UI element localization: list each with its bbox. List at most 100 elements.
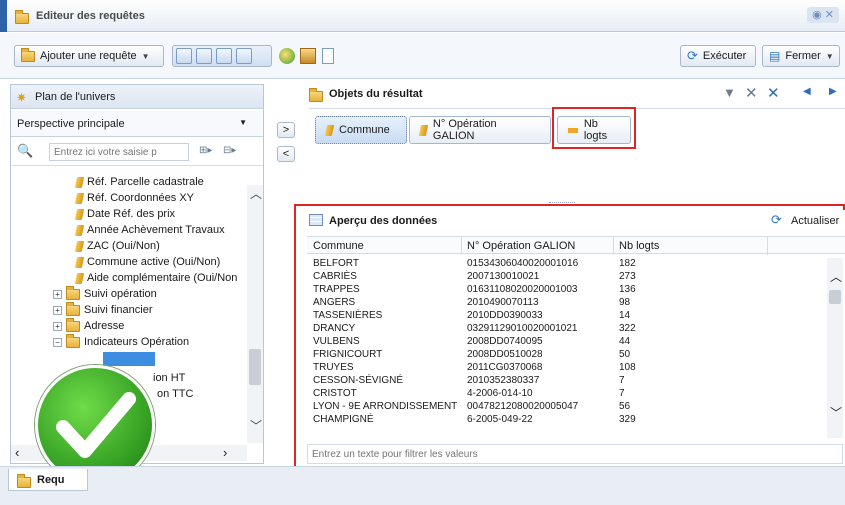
grid-icon xyxy=(309,214,323,226)
dimension-icon xyxy=(74,240,85,252)
add-query-button[interactable]: Ajouter une requête ▼ xyxy=(14,45,164,67)
add-query-label: Ajouter une requête xyxy=(40,50,137,62)
scroll-up-icon[interactable]: ︿ xyxy=(830,268,842,285)
move-left-button[interactable]: < xyxy=(277,146,295,162)
run-button[interactable]: ⟳ Exécuter xyxy=(680,45,756,67)
scroll-thumb[interactable] xyxy=(829,290,841,304)
close-button[interactable]: ▤ Fermer ▼ xyxy=(762,45,840,67)
chevron-down-icon: ▼ xyxy=(825,51,834,61)
scroll-down-icon[interactable]: ﹀ xyxy=(830,404,842,421)
tree-folder-suivi-financier[interactable]: + Suivi financier xyxy=(53,301,152,318)
chevron-down-icon: ▼ xyxy=(239,118,247,127)
arrow-right-icon[interactable]: ▶ xyxy=(829,86,837,97)
folder-icon xyxy=(66,317,80,332)
search-tool-icon[interactable]: 🔍 xyxy=(17,143,33,159)
selected-tree-item[interactable] xyxy=(103,352,155,366)
app-accent-bar xyxy=(0,0,7,32)
refresh-icon[interactable]: ⟳ xyxy=(771,212,782,228)
tree-folder-suivi-operation[interactable]: + Suivi opération xyxy=(53,285,157,302)
tree-item-zac[interactable]: ZAC (Oui/Non) xyxy=(74,238,160,254)
tree-item-aide[interactable]: Aide complémentaire (Oui/Non xyxy=(74,270,237,286)
refresh-button[interactable]: Actualiser xyxy=(791,215,839,227)
folder-icon xyxy=(66,301,80,316)
tree-folder-indicateurs[interactable]: − Indicateurs Opération xyxy=(53,333,189,350)
dimension-icon xyxy=(74,272,85,284)
sql-icon[interactable] xyxy=(300,48,316,64)
dimension-icon xyxy=(74,256,85,268)
preview-title: Aperçu des données xyxy=(329,215,438,227)
close-label: Fermer xyxy=(785,50,821,62)
search-input[interactable] xyxy=(49,143,189,161)
tree-item-annee-travaux[interactable]: Année Achèvement Travaux xyxy=(74,222,225,238)
close-doc-icon: ▤ xyxy=(769,49,781,63)
document-icon[interactable] xyxy=(322,48,334,64)
collapse-all-icon[interactable]: ⊟▸ xyxy=(223,145,236,156)
expand-icon[interactable]: + xyxy=(53,321,62,331)
dimension-icon xyxy=(74,208,85,220)
arrow-left-icon[interactable]: ◀ xyxy=(803,86,811,97)
view-data-icon[interactable] xyxy=(216,48,232,64)
perspective-value: Perspective principale xyxy=(17,118,125,130)
scroll-up-icon[interactable]: ︿ xyxy=(250,185,262,202)
universe-icon: ✷ xyxy=(16,90,27,105)
result-chip-operation[interactable]: N° Opération GALION xyxy=(409,116,551,144)
grid-body: BELFORT 01534306040020001016 182 CABRIÈS 20… xyxy=(313,258,636,425)
result-objects-panel: Objets du résultat ▼ ✕ ✕ ◀ ▶ Commune N° … xyxy=(309,84,845,204)
move-right-button[interactable]: > xyxy=(277,122,295,138)
column-separator xyxy=(767,237,768,255)
dimension-icon xyxy=(74,192,85,204)
column-header-nb-logts[interactable]: Nb logts xyxy=(619,240,659,252)
column-header-commune[interactable]: Commune xyxy=(313,240,364,252)
result-chip-commune[interactable]: Commune xyxy=(315,116,407,144)
view-table-icon[interactable] xyxy=(236,48,252,64)
grid-vertical-scrollbar[interactable]: ︿ ﹀ xyxy=(827,258,843,438)
filter-icon[interactable]: ▼ xyxy=(723,85,736,100)
scroll-down-icon[interactable]: ﹀ xyxy=(250,417,262,434)
column-separator xyxy=(461,237,462,255)
perspective-select[interactable]: Perspective principale ▼ xyxy=(11,111,263,137)
run-label: Exécuter xyxy=(702,50,747,62)
tree-item-parcelle[interactable]: Réf. Parcelle cadastrale xyxy=(74,174,204,190)
query-tab[interactable]: Requ xyxy=(8,469,88,491)
main-toolbar: Ajouter une requête ▼ ⟳ Exécuter ▤ Ferme… xyxy=(0,33,845,79)
tree-item-commune-active[interactable]: Commune active (Oui/Non) xyxy=(74,254,220,270)
expand-all-icon[interactable]: ⊞▸ xyxy=(199,145,212,156)
remove-icon[interactable]: ✕ xyxy=(745,84,758,102)
tree-item-coordonnees[interactable]: Réf. Coordonnées XY xyxy=(74,190,194,206)
view-filter-icon[interactable] xyxy=(196,48,212,64)
view-query-icon[interactable] xyxy=(176,48,192,64)
refresh-run-icon: ⟳ xyxy=(687,48,698,63)
tree-item-montant-ht[interactable]: ion HT xyxy=(153,370,185,386)
properties-icon[interactable] xyxy=(279,48,295,64)
result-folder-icon xyxy=(309,87,323,102)
dimension-icon xyxy=(74,224,85,236)
tree-folder-adresse[interactable]: + Adresse xyxy=(53,317,124,334)
expand-icon[interactable]: + xyxy=(53,305,62,315)
result-objects-header: Objets du résultat ▼ ✕ ✕ ◀ ▶ xyxy=(309,84,845,106)
dimension-icon xyxy=(324,124,335,136)
data-preview-panel: Aperçu des données ⟳ Actualiser Commune … xyxy=(307,210,845,468)
title-bar: Editeur des requêtes ◉ ✕ xyxy=(0,0,845,32)
query-tab-label: Requ xyxy=(37,474,65,486)
expand-icon[interactable]: + xyxy=(53,289,62,299)
tree-item-montant-ttc[interactable]: on TTC xyxy=(157,386,193,402)
folder-icon xyxy=(66,333,80,348)
column-separator xyxy=(613,237,614,255)
universe-title: Plan de l'univers xyxy=(35,91,116,103)
tree-vertical-scrollbar[interactable]: ︿ ﹀ xyxy=(247,185,263,443)
remove-all-icon[interactable]: ✕ xyxy=(767,84,780,102)
window-controls[interactable]: ◉ ✕ xyxy=(807,7,839,23)
bottom-tab-bar: Requ xyxy=(0,466,845,505)
scroll-thumb[interactable] xyxy=(249,349,261,385)
query-folder-icon xyxy=(21,47,35,62)
view-toggle-group xyxy=(172,45,272,67)
window-title: Editeur des requêtes xyxy=(36,10,145,22)
tree-item-date-prix[interactable]: Date Réf. des prix xyxy=(74,206,175,222)
scroll-left-icon[interactable]: ‹ xyxy=(15,445,19,460)
filter-values-input[interactable] xyxy=(307,444,843,464)
column-header-operation[interactable]: N° Opération GALION xyxy=(467,240,575,252)
result-chip-nb-logts[interactable]: Nb logts xyxy=(557,116,631,144)
collapse-icon[interactable]: − xyxy=(53,337,62,347)
editor-folder-icon xyxy=(15,9,29,24)
scroll-right-icon[interactable]: › xyxy=(223,445,227,460)
